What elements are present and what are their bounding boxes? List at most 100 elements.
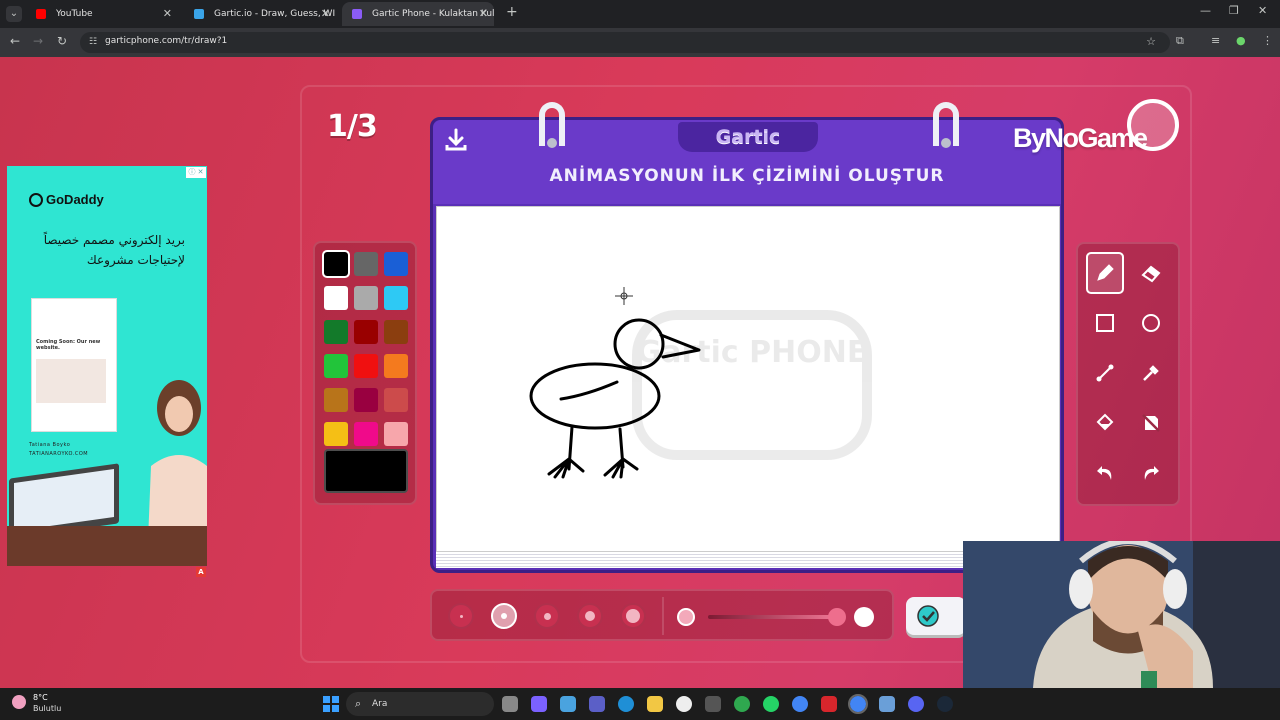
color-swatch-dark-gray[interactable] bbox=[354, 252, 378, 276]
gartic-phone-favicon-icon bbox=[352, 9, 362, 19]
opacity-slider[interactable] bbox=[708, 615, 838, 619]
restore-icon[interactable]: ❐ bbox=[1229, 4, 1239, 17]
windows-taskbar: 8°C Bulutlu ⌕ Ara bbox=[0, 688, 1280, 720]
back-icon[interactable]: ← bbox=[10, 34, 20, 48]
tab-gartic-phone[interactable]: Gartic Phone - Kulaktan Kulağa ✕ bbox=[342, 2, 494, 26]
ellipse-tool[interactable] bbox=[1132, 302, 1170, 344]
extensions-icon[interactable]: ⧉ bbox=[1176, 34, 1184, 48]
instruction-title: ANİMASYONUN İLK ÇİZİMİNİ OLUŞTUR bbox=[549, 166, 945, 186]
close-tab-icon[interactable]: ✕ bbox=[479, 2, 488, 26]
app-icon[interactable] bbox=[879, 696, 895, 712]
minimize-icon[interactable]: — bbox=[1200, 4, 1211, 17]
undo-button[interactable] bbox=[1086, 452, 1124, 494]
brush-size-1[interactable] bbox=[448, 603, 474, 629]
advertisement[interactable]: GoDaddy بريد إلكتروني مصمم خصيصاً لإحتيا… bbox=[7, 166, 207, 566]
color-swatch-red[interactable] bbox=[354, 354, 378, 378]
whatsapp-icon[interactable] bbox=[763, 696, 779, 712]
obs-icon[interactable] bbox=[676, 696, 692, 712]
tab-search-button[interactable]: ⌄ bbox=[6, 6, 22, 22]
site-info-icon[interactable]: ☷ bbox=[89, 37, 97, 47]
widgets-icon[interactable] bbox=[560, 696, 576, 712]
bar-separator bbox=[662, 597, 664, 635]
search-placeholder: Ara bbox=[372, 699, 388, 709]
color-swatch-dark-red[interactable] bbox=[354, 320, 378, 344]
eraser-icon bbox=[1141, 265, 1161, 283]
steam-icon[interactable] bbox=[937, 696, 953, 712]
color-swatch-white[interactable] bbox=[324, 286, 348, 310]
tab-title: Gartic.io - Draw, Guess, WIN bbox=[214, 9, 336, 19]
copilot-icon[interactable] bbox=[531, 696, 547, 712]
wps-office-icon[interactable] bbox=[821, 696, 837, 712]
url-text[interactable]: garticphone.com/tr/draw?1 bbox=[105, 36, 227, 46]
color-swatch-green[interactable] bbox=[324, 354, 348, 378]
close-window-icon[interactable]: ✕ bbox=[1258, 4, 1267, 17]
close-tab-icon[interactable]: ✕ bbox=[321, 2, 330, 26]
reload-icon[interactable]: ↻ bbox=[57, 34, 67, 48]
forward-icon[interactable]: → bbox=[33, 34, 43, 48]
ad-info-icon[interactable]: ⓘ ✕ bbox=[186, 167, 206, 178]
checkmark-icon bbox=[917, 605, 939, 627]
color-swatch-dark-green[interactable] bbox=[324, 320, 348, 344]
pencil-tool[interactable] bbox=[1086, 252, 1124, 294]
color-swatch-black[interactable] bbox=[322, 250, 350, 278]
color-swatch-cyan[interactable] bbox=[384, 286, 408, 310]
drawing-canvas[interactable]: Gartic PHONE bbox=[436, 206, 1060, 552]
ad-mail-text: Coming Soon: Our new website. bbox=[36, 339, 101, 351]
game-page: 1/3 GoDaddy بريد إلكتروني مصمم خصيصاً لإ… bbox=[0, 57, 1280, 688]
task-view-icon[interactable] bbox=[502, 696, 518, 712]
eraser-tool[interactable] bbox=[1132, 252, 1170, 294]
bookmark-star-icon[interactable]: ☆ bbox=[1146, 35, 1156, 48]
round-counter: 1/3 bbox=[327, 109, 378, 144]
tool-panel bbox=[1076, 242, 1180, 506]
ad-choices-icon[interactable]: A bbox=[196, 567, 206, 577]
close-tab-icon[interactable]: ✕ bbox=[163, 2, 172, 26]
apps-grid-icon[interactable] bbox=[705, 696, 721, 712]
omnibox[interactable]: ☷ garticphone.com/tr/draw?1 ☆ bbox=[80, 32, 1170, 53]
color-swatch-salmon[interactable] bbox=[384, 388, 408, 412]
tab-strip: ⌄ YouTube ✕ Gartic.io - Draw, Guess, WIN… bbox=[0, 0, 1280, 28]
brush-size-5[interactable] bbox=[620, 603, 646, 629]
color-swatch-light-gray[interactable] bbox=[354, 286, 378, 310]
clear-tool[interactable] bbox=[1132, 402, 1170, 444]
chrome-active-icon[interactable] bbox=[848, 694, 868, 714]
tab-gartic-io[interactable]: Gartic.io - Draw, Guess, WIN ✕ bbox=[184, 2, 336, 26]
youtube-favicon-icon bbox=[36, 9, 46, 19]
done-button[interactable] bbox=[906, 597, 966, 635]
rectangle-tool[interactable] bbox=[1086, 302, 1124, 344]
profile-avatar-icon[interactable]: ● bbox=[1236, 34, 1246, 47]
media-controls-icon[interactable]: ≡ bbox=[1211, 34, 1220, 47]
windows-start-icon[interactable] bbox=[323, 696, 339, 712]
webcam-overlay bbox=[963, 541, 1280, 688]
eyedropper-tool[interactable] bbox=[1132, 352, 1170, 394]
taskbar-search[interactable]: ⌕ Ara bbox=[346, 692, 494, 716]
color-swatch-orange[interactable] bbox=[384, 354, 408, 378]
xbox-icon[interactable] bbox=[734, 696, 750, 712]
line-tool[interactable] bbox=[1086, 352, 1124, 394]
brush-size-4[interactable] bbox=[577, 603, 603, 629]
download-icon[interactable] bbox=[445, 128, 467, 152]
edge-icon[interactable] bbox=[618, 696, 634, 712]
teams-icon[interactable] bbox=[589, 696, 605, 712]
color-swatch-maroon[interactable] bbox=[354, 388, 378, 412]
brush-size-3[interactable] bbox=[534, 603, 560, 629]
gartic-phone-watermark-icon: Gartic PHONE bbox=[632, 310, 872, 460]
menu-kebab-icon[interactable]: ⋮ bbox=[1262, 34, 1273, 47]
color-swatch-light-pink[interactable] bbox=[384, 422, 408, 446]
color-swatch-brown[interactable] bbox=[384, 320, 408, 344]
color-swatch-yellow[interactable] bbox=[324, 422, 348, 446]
new-tab-button[interactable]: + bbox=[506, 4, 518, 20]
current-color-preview[interactable] bbox=[324, 449, 408, 493]
discord-icon[interactable] bbox=[908, 696, 924, 712]
color-swatch-blue[interactable] bbox=[384, 252, 408, 276]
crosshair-cursor-icon bbox=[615, 287, 633, 305]
file-explorer-icon[interactable] bbox=[647, 696, 663, 712]
opacity-slider-handle[interactable] bbox=[828, 608, 846, 626]
brush-size-2[interactable] bbox=[491, 603, 517, 629]
redo-button[interactable] bbox=[1132, 452, 1170, 494]
chrome-icon[interactable] bbox=[792, 696, 808, 712]
fill-tool[interactable] bbox=[1086, 402, 1124, 444]
color-swatch-pink[interactable] bbox=[354, 422, 378, 446]
tab-youtube[interactable]: YouTube ✕ bbox=[26, 2, 178, 26]
ad-table bbox=[7, 526, 207, 566]
color-swatch-ochre[interactable] bbox=[324, 388, 348, 412]
